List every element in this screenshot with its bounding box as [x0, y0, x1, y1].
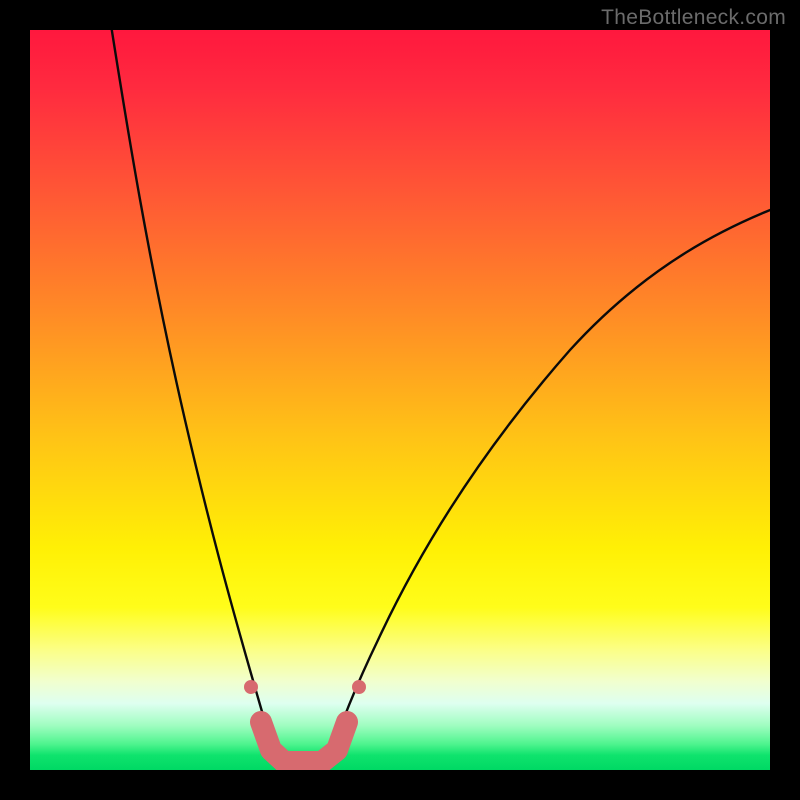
bead-left-icon — [244, 680, 258, 694]
watermark-text: TheBottleneck.com — [601, 6, 786, 30]
figure-root: TheBottleneck.com — [0, 0, 800, 800]
valley-worm — [261, 722, 347, 762]
plot-area — [30, 30, 770, 770]
bead-right-icon — [352, 680, 366, 694]
right-curve — [326, 208, 770, 770]
left-curve — [111, 30, 278, 770]
curve-layer — [30, 30, 770, 770]
